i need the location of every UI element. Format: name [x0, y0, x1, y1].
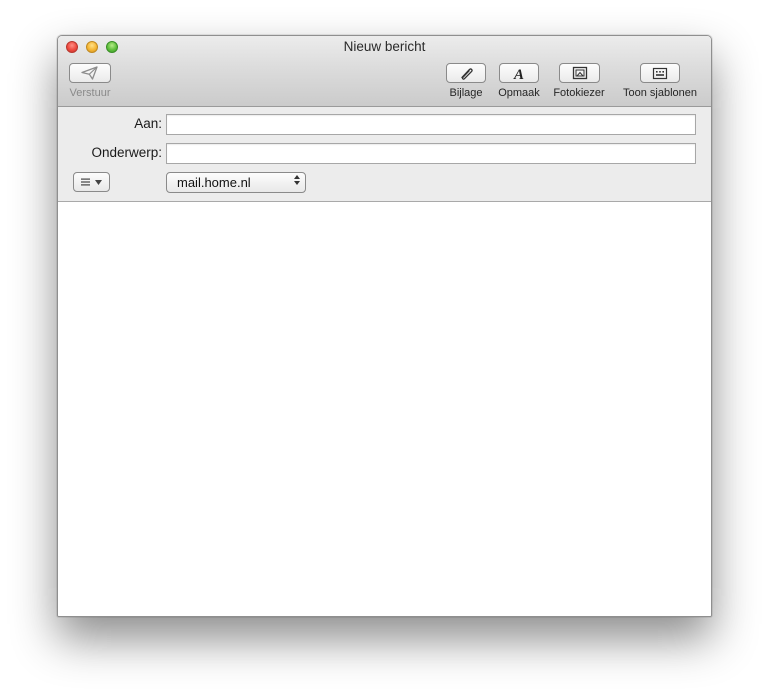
photo-frame-icon — [572, 66, 587, 80]
titlebar-toolbar: Nieuw bericht Verstuur Bijlage A Opmaak — [58, 36, 711, 107]
from-account-value: mail.home.nl — [177, 175, 251, 190]
attach-label: Bijlage — [449, 87, 483, 99]
format-button[interactable]: A — [499, 63, 539, 83]
templates-button[interactable] — [640, 63, 680, 83]
message-body-editor[interactable] — [58, 202, 711, 616]
attach-button[interactable] — [446, 63, 486, 83]
chevron-down-icon — [95, 179, 102, 185]
template-grid-icon — [652, 67, 668, 79]
photo-browser-label: Fotokiezer — [553, 87, 605, 99]
paperclip-icon — [461, 68, 473, 80]
up-down-arrows-icon — [294, 175, 300, 185]
list-lines-icon — [81, 178, 90, 186]
to-field[interactable] — [166, 114, 696, 135]
message-header: Aan: Onderwerp: mail.home.nl — [58, 107, 711, 202]
templates-label: Toon sjablonen — [622, 87, 697, 99]
format-label: Opmaak — [498, 87, 540, 99]
send-button[interactable] — [69, 63, 111, 83]
svg-text:A: A — [513, 67, 524, 81]
paper-plane-icon — [81, 66, 98, 80]
photo-browser-button[interactable] — [559, 63, 600, 83]
subject-field[interactable] — [166, 143, 696, 164]
window-title: Nieuw bericht — [343, 39, 426, 54]
letter-a-icon: A — [513, 67, 524, 81]
mail-compose-window: Nieuw bericht Verstuur Bijlage A Opmaak — [57, 35, 712, 617]
send-label: Verstuur — [69, 87, 111, 99]
from-account-select[interactable]: mail.home.nl — [166, 172, 306, 193]
subject-label: Onderwerp: — [91, 145, 162, 160]
header-fields-popup[interactable] — [73, 172, 110, 192]
to-label: Aan: — [134, 116, 162, 131]
